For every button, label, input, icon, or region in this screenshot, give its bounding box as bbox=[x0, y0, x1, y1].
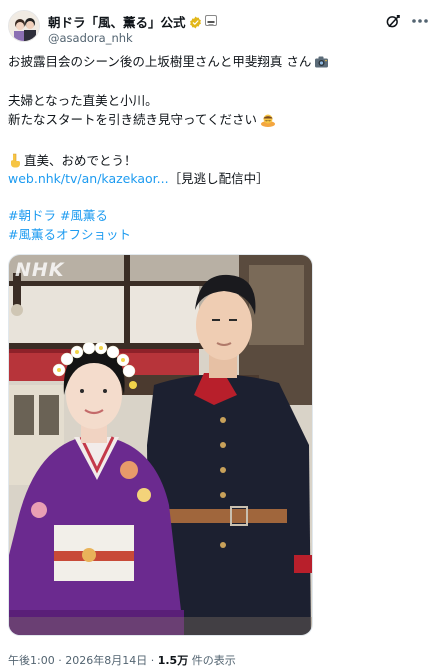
meta-separator-2: · bbox=[147, 654, 158, 667]
handle[interactable]: @asadora_nhk bbox=[48, 31, 133, 45]
bowing-person-emoji-icon bbox=[260, 112, 276, 132]
post-text-line3: 新たなスタートを引き続き見守ってください bbox=[8, 111, 430, 132]
hashtags-1[interactable]: #朝ドラ #風薫る bbox=[8, 208, 108, 223]
hashtag-line2: #風薫るオフショット bbox=[8, 226, 430, 244]
post-photo-image bbox=[9, 255, 312, 635]
post-date[interactable]: 2026年8月14日 bbox=[65, 654, 147, 667]
meta-separator-1: · bbox=[54, 654, 66, 667]
post-meta: 午後1:00 · 2026年8月14日 · 1.5万 件の表示 bbox=[8, 652, 236, 668]
post-link-line: web.nhk/tv/an/kazekaor...［見逃し配信中］ bbox=[8, 170, 430, 188]
views-label: 件の表示 bbox=[188, 654, 236, 667]
post-header: 朝ドラ「風、薫る」公式 @asadora_nhk bbox=[8, 8, 430, 45]
post-text-line1-text: お披露目会のシーン後の上坂樹里さんと甲斐翔真 さん bbox=[8, 54, 312, 69]
avatar[interactable] bbox=[8, 10, 40, 42]
display-name-text[interactable]: 朝ドラ「風、薫る」公式 bbox=[48, 15, 186, 30]
hashtag-line1: #朝ドラ #風薫る bbox=[8, 207, 430, 225]
post-text-line3-text: 新たなスタートを引き続き見守ってください bbox=[8, 112, 258, 127]
views-count: 1.5万 bbox=[157, 654, 189, 667]
camera-emoji-icon bbox=[314, 55, 329, 74]
watch-link-suffix: ［見逃し配信中］ bbox=[168, 171, 269, 186]
post-text-line2: 夫婦となった直美と小川。 bbox=[8, 93, 158, 108]
post-text-line1: お披露目会のシーン後の上坂樹里さんと甲斐翔真 さん bbox=[8, 53, 430, 74]
post-text-line4-text: 直美、おめでとう！ bbox=[24, 153, 137, 168]
grok-icon[interactable] bbox=[384, 12, 402, 30]
post-time[interactable]: 午後1:00 bbox=[8, 654, 55, 667]
verified-badge-icon bbox=[189, 16, 202, 32]
watch-link[interactable]: web.nhk/tv/an/kazekaor... bbox=[8, 171, 169, 186]
display-name[interactable]: 朝ドラ「風、薫る」公式 bbox=[48, 12, 217, 32]
hashtags-2[interactable]: #風薫るオフショット bbox=[8, 227, 131, 242]
more-icon[interactable] bbox=[410, 12, 430, 30]
nhk-watermark: NHK bbox=[15, 259, 65, 281]
affiliate-badge-icon bbox=[204, 15, 217, 26]
post-photo[interactable]: NHK bbox=[8, 254, 313, 636]
